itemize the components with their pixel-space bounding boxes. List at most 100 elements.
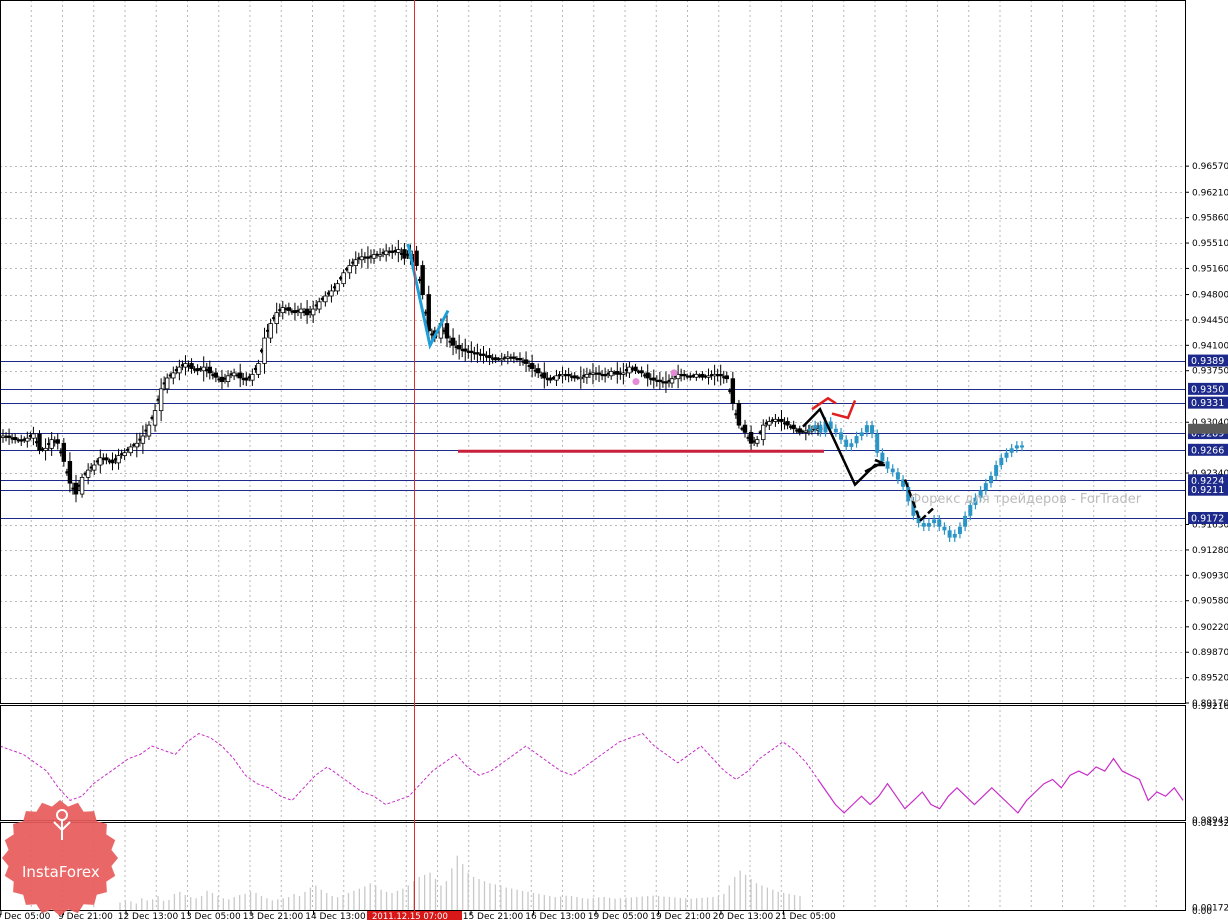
candle-body xyxy=(92,464,97,471)
candle-body xyxy=(675,373,681,380)
forecast-candle-body xyxy=(1020,445,1024,448)
candle-body xyxy=(602,373,608,377)
candle-body xyxy=(529,363,535,369)
forecast-candle-body xyxy=(994,465,999,476)
candle-body xyxy=(43,447,48,451)
current-price-marker xyxy=(1188,423,1228,434)
x-tick-label: 13 Dec 21:00 xyxy=(243,912,304,920)
level-label: 0.9211 xyxy=(1191,485,1224,496)
forecast-candle-body xyxy=(957,526,962,534)
y-tick-label: 0.90220 xyxy=(1192,623,1228,633)
x-tick-label: 21 Dec 05:00 xyxy=(775,912,836,920)
candle-body xyxy=(487,355,492,359)
candle-body xyxy=(116,455,121,464)
candle-body xyxy=(596,372,602,375)
candle-body xyxy=(639,370,644,374)
candle-body xyxy=(456,344,462,350)
forecast-candle-body xyxy=(1004,452,1009,458)
candle-body xyxy=(396,249,401,253)
candle-body xyxy=(152,410,158,426)
forecast-candle-body xyxy=(937,519,942,527)
candle-body xyxy=(669,378,675,384)
candle-body xyxy=(371,254,377,259)
candle-body xyxy=(225,375,231,383)
forecast-candle-body xyxy=(864,425,869,433)
forecast-candle-body xyxy=(808,428,812,431)
candle-body xyxy=(146,424,152,437)
candle-body xyxy=(785,421,790,426)
level-labels: 0.93890.93500.93310.92890.92660.92240.92… xyxy=(1188,354,1228,525)
candle-body xyxy=(651,377,656,381)
forecast-candle-body xyxy=(952,533,957,538)
candle-body xyxy=(724,375,729,380)
candle-body xyxy=(310,308,316,316)
candle-body xyxy=(262,337,267,364)
candle-body xyxy=(402,249,407,259)
x-tick-label: 13 Dec 05:00 xyxy=(180,912,241,920)
candle-body xyxy=(37,433,42,451)
y-tick-label: 0.90930 xyxy=(1192,571,1228,581)
candle-body xyxy=(444,323,450,339)
candle-body xyxy=(134,442,140,448)
candle-body xyxy=(517,357,523,361)
forecast-candle-body xyxy=(942,526,947,531)
candle-body xyxy=(207,366,212,374)
candle-body xyxy=(700,373,705,378)
candle-body xyxy=(797,428,802,433)
candle-body xyxy=(803,430,809,433)
candle-body xyxy=(250,373,255,381)
candle-body xyxy=(256,363,261,375)
candle-body xyxy=(426,294,431,332)
candle-body xyxy=(177,366,182,374)
forecast-candle-body xyxy=(1014,445,1019,449)
y-tick-label: 0.96570 xyxy=(1192,162,1228,172)
candle-body xyxy=(706,375,711,378)
candle-body xyxy=(779,418,784,422)
candle-body xyxy=(566,373,571,377)
candle-body xyxy=(353,259,358,266)
candle-body xyxy=(110,459,115,464)
candle-body xyxy=(609,371,614,377)
candle-body xyxy=(718,373,723,377)
candle-body xyxy=(712,373,717,377)
candle-body xyxy=(736,402,742,426)
candle-body xyxy=(31,433,36,439)
candle-body xyxy=(12,437,18,441)
level-label: 0.9266 xyxy=(1191,445,1224,456)
candle-body xyxy=(791,424,796,430)
candle-body xyxy=(469,350,474,354)
candle-body xyxy=(627,366,632,374)
candle-body xyxy=(341,272,346,285)
x-tick-label: 19 Dec 05:00 xyxy=(588,912,649,920)
candle-body xyxy=(347,265,352,274)
volume-panel xyxy=(119,855,801,911)
candle-body xyxy=(621,372,626,375)
candle-body xyxy=(481,353,486,356)
x-tick-label: 12 Dec 13:00 xyxy=(118,912,179,920)
candle-body xyxy=(195,368,200,372)
candle-body xyxy=(748,431,754,444)
forecast-candle-body xyxy=(890,468,895,473)
candle-body xyxy=(390,250,395,253)
x-tick-label: 14 Dec 13:00 xyxy=(305,912,366,920)
candle-body xyxy=(414,250,419,266)
volume-panel-frame xyxy=(0,822,1186,911)
candle-body xyxy=(359,256,365,261)
forecast-candle-body xyxy=(963,515,968,527)
candle-body xyxy=(590,372,596,375)
instaforex-logo: InstaForex xyxy=(2,800,118,916)
y-tick-label: 0.93750 xyxy=(1192,367,1228,377)
candle-body xyxy=(0,435,6,438)
forecast-candle-body xyxy=(885,461,890,469)
candle-body xyxy=(25,437,30,442)
indicator-line-dashed xyxy=(0,733,819,806)
candle-body xyxy=(542,372,547,379)
candle-body xyxy=(633,366,638,372)
candle-body xyxy=(231,372,237,377)
candle-body xyxy=(383,250,389,256)
candle-body xyxy=(645,372,650,379)
pink-marker xyxy=(670,369,678,377)
y-tick-label: 0.94450 xyxy=(1192,316,1228,326)
candle-body xyxy=(317,301,322,310)
candle-body xyxy=(219,376,225,383)
